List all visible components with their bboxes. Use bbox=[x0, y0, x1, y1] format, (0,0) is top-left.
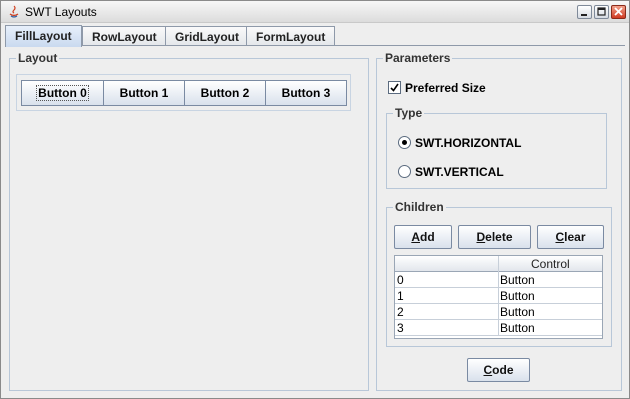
button-label: Button 0 bbox=[36, 85, 89, 101]
close-icon bbox=[614, 7, 623, 16]
preferred-size-checkbox[interactable] bbox=[388, 81, 401, 94]
button-label: Button 2 bbox=[200, 86, 250, 100]
column-divider bbox=[498, 256, 499, 336]
tab-gridlayout[interactable]: GridLayout bbox=[165, 26, 250, 46]
row-control: Button bbox=[500, 305, 535, 319]
delete-button[interactable]: Delete bbox=[458, 225, 531, 249]
code-button[interactable]: Code bbox=[467, 358, 530, 382]
add-button[interactable]: Add bbox=[394, 225, 452, 249]
row-index: 0 bbox=[397, 273, 404, 287]
tab-formlayout[interactable]: FormLayout bbox=[246, 26, 336, 46]
layout-group-title: Layout bbox=[16, 51, 60, 65]
button-label: Button 3 bbox=[281, 86, 331, 100]
tab-filllayout[interactable]: FillLayout bbox=[5, 25, 82, 47]
tab-label: FillLayout bbox=[15, 29, 72, 43]
maximize-icon bbox=[597, 7, 606, 16]
column-header-control[interactable]: Control bbox=[531, 257, 570, 271]
minimize-button[interactable] bbox=[577, 5, 592, 19]
clear-button[interactable]: Clear bbox=[537, 225, 604, 249]
window-title: SWT Layouts bbox=[25, 5, 97, 19]
app-window: SWT Layouts FillLayout RowLayout GridLay… bbox=[0, 0, 630, 399]
row-control: Button bbox=[500, 289, 535, 303]
java-icon bbox=[7, 5, 21, 19]
horizontal-radio-label: SWT.HORIZONTAL bbox=[415, 136, 522, 150]
clear-button-label: Clear bbox=[555, 230, 586, 244]
tab-label: FormLayout bbox=[256, 30, 326, 44]
horizontal-radio[interactable] bbox=[398, 136, 411, 149]
preferred-size-label: Preferred Size bbox=[405, 81, 486, 95]
tab-rowlayout[interactable]: RowLayout bbox=[82, 26, 167, 46]
code-button-label: Code bbox=[483, 363, 514, 377]
vertical-radio[interactable] bbox=[398, 165, 411, 178]
preview-button-3[interactable]: Button 3 bbox=[265, 80, 347, 106]
close-button[interactable] bbox=[611, 5, 626, 19]
tab-label: RowLayout bbox=[92, 30, 157, 44]
button-label: Button 1 bbox=[119, 86, 169, 100]
radio-selected-dot bbox=[402, 140, 407, 145]
delete-button-label: Delete bbox=[476, 230, 513, 244]
row-control: Button bbox=[500, 321, 535, 335]
row-index: 1 bbox=[397, 289, 404, 303]
fill-layout-preview: Button 0 Button 1 Button 2 Button 3 bbox=[21, 80, 347, 106]
preview-button-0[interactable]: Button 0 bbox=[21, 80, 104, 106]
row-index: 2 bbox=[397, 305, 404, 319]
row-index: 3 bbox=[397, 321, 404, 335]
checkmark-icon bbox=[390, 83, 399, 92]
tab-divider bbox=[5, 45, 625, 46]
add-button-label: Add bbox=[411, 230, 435, 244]
children-table[interactable]: Control 0 Button 1 Button 2 Button 3 But… bbox=[394, 255, 603, 339]
preview-button-1[interactable]: Button 1 bbox=[103, 80, 185, 106]
children-group-title: Children bbox=[393, 200, 446, 214]
tab-label: GridLayout bbox=[175, 30, 240, 44]
parameters-group-title: Parameters bbox=[383, 51, 453, 65]
preview-button-2[interactable]: Button 2 bbox=[184, 80, 266, 106]
row-control: Button bbox=[500, 273, 535, 287]
vertical-radio-label: SWT.VERTICAL bbox=[415, 165, 504, 179]
maximize-button[interactable] bbox=[594, 5, 609, 19]
minimize-icon bbox=[581, 14, 587, 16]
title-bar[interactable]: SWT Layouts bbox=[1, 1, 629, 23]
type-group-title: Type bbox=[393, 106, 425, 120]
